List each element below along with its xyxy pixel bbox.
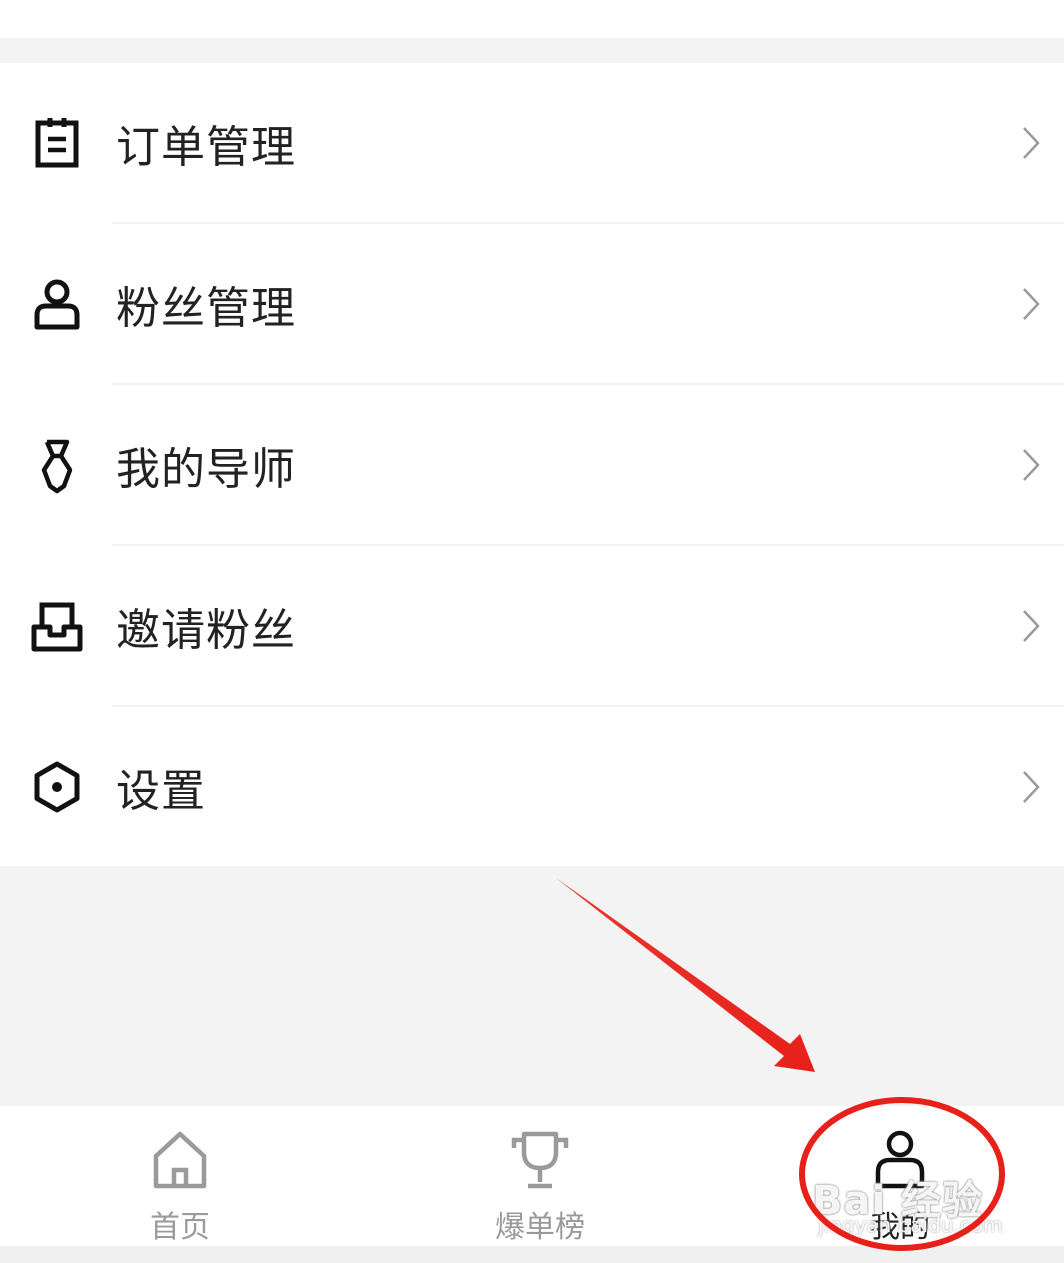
order-clipboard-icon	[28, 114, 86, 172]
tie-icon	[28, 436, 86, 494]
chevron-right-icon	[1020, 286, 1042, 322]
menu-list: 订单管理 粉丝管理 我的导师 邀请粉丝 设置	[0, 63, 1064, 866]
menu-item-settings[interactable]: 设置	[0, 707, 1064, 867]
hexagon-settings-icon	[28, 758, 86, 816]
chevron-right-icon	[1020, 447, 1042, 483]
tab-hot-list[interactable]: 爆单榜	[440, 1106, 640, 1246]
menu-item-label: 邀请粉丝	[116, 605, 296, 656]
menu-item-label: 订单管理	[116, 122, 296, 173]
menu-item-order-management[interactable]: 订单管理	[0, 63, 1064, 223]
chevron-right-icon	[1020, 125, 1042, 161]
chevron-right-icon	[1020, 769, 1042, 805]
home-icon	[148, 1128, 212, 1192]
menu-item-label: 我的导师	[116, 444, 296, 495]
menu-item-invite-fans[interactable]: 邀请粉丝	[0, 546, 1064, 706]
watermark-url: jingyan.baidu.com	[818, 1213, 1003, 1237]
inbox-icon	[28, 597, 86, 655]
tab-label: 首页	[150, 1210, 210, 1245]
annotation-arrow	[556, 878, 815, 1072]
chevron-right-icon	[1020, 608, 1042, 644]
person-icon	[28, 275, 86, 333]
tab-home[interactable]: 首页	[80, 1106, 280, 1246]
menu-item-my-mentor[interactable]: 我的导师	[0, 385, 1064, 545]
menu-item-fans-management[interactable]: 粉丝管理	[0, 224, 1064, 384]
tab-label: 爆单榜	[495, 1210, 585, 1245]
menu-item-label: 设置	[116, 766, 206, 817]
top-panel	[0, 0, 1064, 38]
trophy-icon	[508, 1128, 572, 1192]
menu-item-label: 粉丝管理	[116, 283, 296, 334]
bottom-strip	[0, 1246, 1064, 1263]
